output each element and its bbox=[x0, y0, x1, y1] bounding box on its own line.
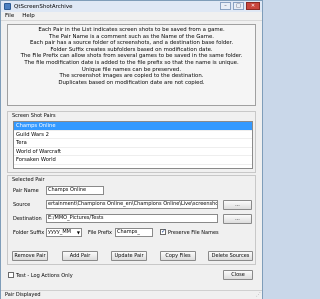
window-title: QtScreenShotArchive bbox=[14, 3, 73, 10]
instruction-line: Each pair has a source folder of screens… bbox=[29, 40, 234, 47]
folder-suffix-value: yyyy_MM bbox=[48, 229, 71, 235]
file-prefix-input[interactable]: Champs_ bbox=[115, 228, 153, 237]
preserve-names-label: Preserve File Names bbox=[168, 230, 219, 236]
list-item[interactable]: Forsaken World bbox=[14, 156, 252, 165]
pair-name-input[interactable]: Champs Online bbox=[46, 186, 104, 195]
instruction-line: Unique file names can be preserved. bbox=[81, 66, 182, 73]
close-window-button[interactable]: ✕ bbox=[246, 2, 260, 10]
list-item[interactable]: Tera bbox=[14, 139, 252, 148]
folder-suffix-select[interactable]: yyyy_MM ▼ bbox=[46, 228, 82, 237]
folder-suffix-label: Folder Suffix bbox=[13, 230, 45, 236]
instruction-line: Duplicates based on modification date ar… bbox=[58, 79, 205, 86]
source-label: Source bbox=[13, 202, 31, 208]
list-item[interactable]: Champs Online bbox=[14, 122, 252, 131]
app-icon bbox=[4, 3, 11, 10]
test-log-checkbox[interactable] bbox=[8, 272, 14, 278]
status-bar: Pair Displayed ⋰ bbox=[1, 290, 262, 299]
main-window: QtScreenShotArchive – □ ✕ File Help Each… bbox=[0, 0, 263, 299]
window-controls: – □ ✕ bbox=[220, 2, 260, 10]
instructions-panel: Each Pair in the List indicates screen s… bbox=[7, 24, 256, 106]
instruction-line: The file modification date is added to t… bbox=[24, 59, 239, 66]
instruction-line: The screenshot images are copied to the … bbox=[59, 73, 204, 80]
instruction-line: The File Prefix can allow shots from sev… bbox=[20, 53, 243, 60]
minimize-button[interactable]: – bbox=[220, 2, 231, 10]
preserve-names-checkbox[interactable] bbox=[160, 228, 166, 235]
destination-label: Destination bbox=[13, 216, 42, 222]
instruction-line: Each Pair in the List indicates screen s… bbox=[38, 27, 225, 33]
browse-source-button[interactable]: ... bbox=[223, 200, 252, 210]
copy-files-button[interactable]: Copy Files bbox=[160, 251, 196, 261]
chevron-down-icon: ▼ bbox=[76, 230, 80, 235]
delete-sources-button[interactable]: Delete Sources bbox=[208, 251, 253, 261]
browse-destination-button[interactable]: ... bbox=[223, 214, 252, 224]
pair-name-label: Pair Name bbox=[13, 188, 39, 194]
list-item[interactable]: World of Warcraft bbox=[14, 148, 252, 157]
menu-file[interactable]: File bbox=[1, 13, 18, 19]
remove-pair-button[interactable]: Remove Pair bbox=[12, 251, 48, 261]
file-prefix-label: File Prefix bbox=[88, 230, 113, 236]
pairs-list[interactable]: Champs Online Guild Wars 2 Tera World of… bbox=[13, 121, 253, 169]
update-pair-button[interactable]: Update Pair bbox=[111, 251, 147, 261]
maximize-button[interactable]: □ bbox=[233, 2, 244, 10]
title-bar[interactable]: QtScreenShotArchive – □ ✕ bbox=[1, 1, 262, 12]
source-path-input[interactable]: ertainment\Champions Online_en\Champions… bbox=[46, 200, 218, 209]
status-text: Pair Displayed bbox=[5, 292, 41, 298]
selected-section-label: Selected Pair bbox=[12, 177, 45, 183]
test-log-label: Test - Log Actions Only bbox=[16, 273, 73, 279]
close-button[interactable]: Close bbox=[223, 270, 253, 280]
add-pair-button[interactable]: Add Pair bbox=[62, 251, 98, 261]
resize-grip-icon[interactable]: ⋰ bbox=[256, 292, 261, 298]
pairs-section-label: Screen Shot Pairs bbox=[12, 113, 56, 119]
instruction-line: The Pair Name is a comment such as the N… bbox=[48, 33, 214, 40]
instruction-line: Folder Suffix creates subfolders based o… bbox=[50, 46, 213, 53]
menu-bar: File Help bbox=[1, 12, 262, 21]
menu-help[interactable]: Help bbox=[18, 13, 39, 19]
list-item[interactable]: Guild Wars 2 bbox=[14, 131, 252, 140]
destination-path-input[interactable]: E:/MMO_Pictures/Tests bbox=[46, 214, 218, 223]
